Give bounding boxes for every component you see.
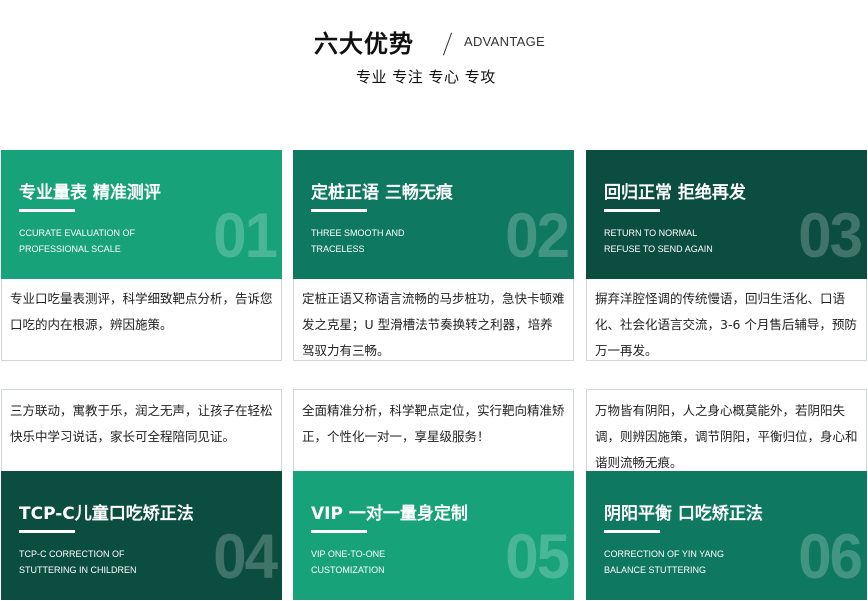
card-subtitle-en: THREE SMOOTH AND TRACELESS [311,225,405,257]
card-subtitle-en: TCP-C CORRECTION OF STUTTERING IN CHILDR… [19,546,137,578]
card-description: 万物皆有阴阳，人之身心概莫能外，若阴阳失调，则辨因施策，调节阴阳，平衡归位，身心… [595,403,858,470]
card-subtitle-en-line2: PROFESSIONAL SCALE [19,244,121,254]
card-panel: 回归正常 拒绝再发 RETURN TO NORMAL REFUSE TO SEN… [586,150,867,279]
card-title: 回归正常 拒绝再发 [604,183,746,203]
card-title: VIP 一对一量身定制 [311,504,468,524]
card-subtitle-en-line1: VIP ONE-TO-ONE [311,549,386,559]
card-panel: VIP 一对一量身定制 VIP ONE-TO-ONE CUSTOMIZATION… [293,471,574,600]
card-title-underline [311,209,367,212]
advantage-card-6: 万物皆有阴阳，人之身心概莫能外，若阴阳失调，则辨因施策，调节阴阳，平衡归位，身心… [586,389,867,600]
advantage-card-4: 三方联动，寓教于乐，润之无声，让孩子在轻松快乐中学习说话，家长可全程陪同见证。 … [1,389,282,600]
card-description: 摒弃洋腔怪调的传统慢语，回归生活化、口语化、社会化语言交流，3-6 个月售后辅导… [595,291,857,358]
card-description: 专业口吃量表测评，科学细致靶点分析，告诉您口吃的内在根源，辨因施策。 [10,291,273,332]
card-title-underline [604,530,660,533]
card-subtitle-en-line2: BALANCE STUTTERING [604,565,707,575]
advantage-card-2: 定桩正语 三畅无痕 THREE SMOOTH AND TRACELESS 02 … [293,150,574,361]
card-description: 三方联动，寓教于乐，润之无声，让孩子在轻松快乐中学习说话，家长可全程陪同见证。 [10,403,273,444]
card-title-underline [604,209,660,212]
card-subtitle-en: CORRECTION OF YIN YANG BALANCE STUTTERIN… [604,546,724,578]
card-number: 04 [213,521,278,592]
card-subtitle-en-line1: TCP-C CORRECTION OF [19,549,125,559]
card-title-underline [311,530,367,533]
card-description: 定桩正语又称语言流畅的马步桩功，急快卡顿难发之克星；U 型滑槽法节奏换转之利器，… [302,291,565,358]
card-number: 03 [798,200,863,271]
card-number: 02 [505,200,570,271]
card-subtitle-en-line2: TRACELESS [311,244,365,254]
card-number: 06 [798,521,863,592]
card-subtitle-en-line1: RETURN TO NORMAL [604,228,698,238]
card-number: 05 [505,521,570,592]
card-title: TCP-C儿童口吃矫正法 [19,504,194,524]
card-subtitle-en-line2: STUTTERING IN CHILDREN [19,565,137,575]
card-subtitle-en-line1: CORRECTION OF YIN YANG [604,549,725,559]
advantage-card-5: 全面精准分析，科学靶点定位，实行靶向精准矫正，个性化一对一，享星级服务！ VIP… [293,389,574,600]
section-subtitle: 专业 专注 专心 专攻 [356,68,496,86]
card-subtitle-en: VIP ONE-TO-ONE CUSTOMIZATION [311,546,385,578]
card-panel: TCP-C儿童口吃矫正法 TCP-C CORRECTION OF STUTTER… [1,471,282,600]
card-subtitle-en: CCURATE EVALUATION OF PROFESSIONAL SCALE [19,225,135,257]
card-panel: 专业量表 精准测评 CCURATE EVALUATION OF PROFESSI… [1,150,282,279]
title-divider-slash [442,32,453,56]
card-title: 专业量表 精准测评 [19,183,161,203]
card-subtitle-en-line2: CUSTOMIZATION [311,565,385,575]
card-panel: 阴阳平衡 口吃矫正法 CORRECTION OF YIN YANG BALANC… [586,471,867,600]
card-title-underline [19,209,75,212]
advantage-card-3: 回归正常 拒绝再发 RETURN TO NORMAL REFUSE TO SEN… [586,150,867,361]
card-subtitle-en-line1: CCURATE EVALUATION OF [19,228,136,238]
section-title: 六大优势 [314,30,414,58]
card-subtitle-en-line1: THREE SMOOTH AND [311,228,405,238]
card-number: 01 [213,200,278,271]
card-title: 阴阳平衡 口吃矫正法 [604,504,763,524]
card-subtitle-en-line2: REFUSE TO SEND AGAIN [604,244,713,254]
section-title-en: ADVANTAGE [464,34,545,49]
card-title-underline [19,530,75,533]
advantage-card-1: 专业量表 精准测评 CCURATE EVALUATION OF PROFESSI… [1,150,282,361]
card-title: 定桩正语 三畅无痕 [311,183,453,203]
card-description: 全面精准分析，科学靶点定位，实行靶向精准矫正，个性化一对一，享星级服务！ [302,403,565,444]
card-subtitle-en: RETURN TO NORMAL REFUSE TO SEND AGAIN [604,225,713,257]
section-header: 六大优势 ADVANTAGE 专业 专注 专心 专攻 [0,0,868,110]
card-panel: 定桩正语 三畅无痕 THREE SMOOTH AND TRACELESS 02 [293,150,574,279]
